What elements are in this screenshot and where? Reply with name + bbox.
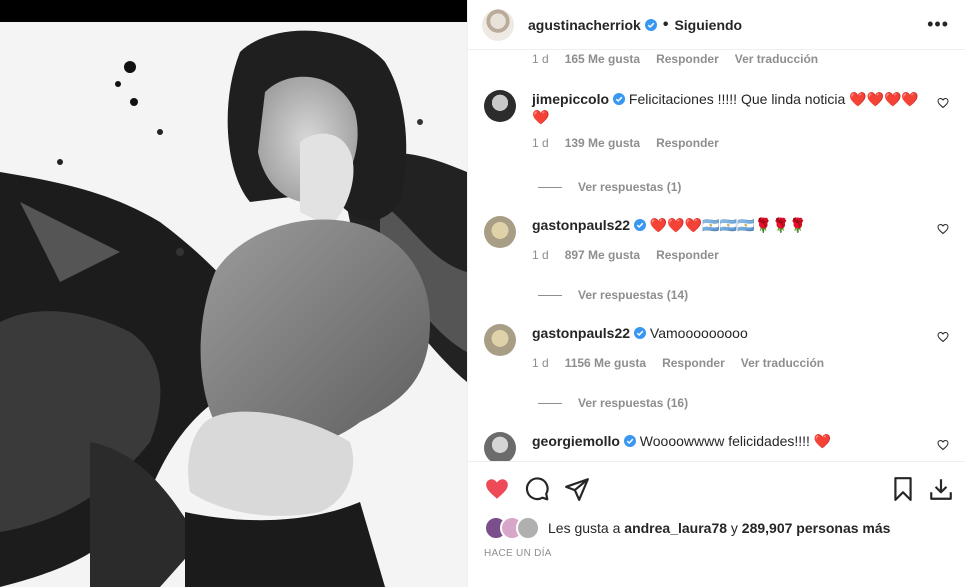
save-bookmark-icon[interactable] [890, 476, 916, 502]
comment-likes[interactable]: 1156 Me gusta [565, 356, 646, 370]
view-replies-label: Ver respuestas (14) [578, 288, 689, 302]
commenter-avatar[interactable] [484, 90, 516, 122]
comment-time: 1 d [532, 136, 549, 150]
author-avatar[interactable] [482, 8, 514, 41]
comment-time: 1 d [532, 248, 549, 262]
view-replies-label: Ver respuestas (1) [578, 180, 682, 194]
replies-line [538, 186, 562, 188]
verified-badge-icon [644, 18, 657, 31]
likes-count[interactable]: 289,907 personas más [742, 520, 891, 536]
view-replies-label: Ver respuestas (16) [578, 396, 689, 410]
download-icon[interactable] [928, 476, 954, 502]
comment-text: Woooowwww felicidades!!!! ❤️ [639, 433, 832, 449]
view-replies-button[interactable]: Ver respuestas (1) [538, 180, 681, 194]
like-comment-icon[interactable] [937, 331, 949, 343]
likes-joiner: y [730, 520, 738, 536]
liker-avatar[interactable] [516, 516, 540, 540]
likes-text: Les gusta a andrea_laura78 y 289,907 per… [548, 520, 890, 536]
following-button[interactable]: Siguiendo [674, 17, 742, 33]
comment-likes[interactable]: 165 Me gusta [565, 52, 640, 66]
commenter-username[interactable]: georgiemollo [532, 433, 620, 449]
comments-list: 1 d 165 Me gusta Responder Ver traducció… [468, 50, 965, 461]
reply-button[interactable]: Responder [656, 136, 719, 150]
comment-time: 1 d [532, 356, 549, 370]
post-modal: agustinacherriok • Siguiendo ••• 1 d 165… [0, 0, 965, 587]
comment-item: georgiemollo Woooowwww felicidades!!!! ❤… [484, 432, 949, 461]
commenter-username[interactable]: gastonpauls22 [532, 325, 630, 341]
post-photo[interactable] [0, 22, 467, 587]
like-comment-icon[interactable] [937, 97, 949, 109]
media-top-bar [0, 0, 467, 22]
comment-item: gastonpauls22 Vamooooooooo 1 d 1156 Me g… [484, 324, 949, 370]
verified-badge-icon [634, 327, 647, 339]
comment-text: ❤️❤️❤️🇦🇷🇦🇷🇦🇷🌹🌹🌹 [649, 217, 807, 233]
comment-body: gastonpauls22 Vamooooooooo [532, 324, 949, 342]
more-options-icon[interactable]: ••• [927, 14, 949, 35]
like-heart-icon[interactable] [484, 476, 510, 502]
replies-line [538, 402, 562, 404]
like-comment-icon[interactable] [937, 223, 949, 235]
reply-button[interactable]: Responder [656, 248, 719, 262]
verified-badge-icon [613, 93, 626, 105]
comment-time: 1 d [532, 52, 549, 66]
post-media [0, 0, 467, 587]
comment-meta: 1 d 139 Me gusta Responder [532, 136, 949, 150]
action-bar [468, 461, 965, 501]
comment-body: jimepiccolo Felicitaciones !!!!! Que lin… [532, 90, 949, 126]
verified-badge-icon [634, 219, 647, 231]
header-separator: • [662, 15, 669, 33]
commenter-avatar[interactable] [484, 432, 516, 461]
translate-button[interactable]: Ver traducción [735, 52, 818, 66]
likes-prefix: Les gusta a [548, 520, 621, 536]
share-icon[interactable] [564, 476, 590, 502]
comment-body: georgiemollo Woooowwww felicidades!!!! ❤… [532, 432, 949, 450]
commenter-username[interactable]: gastonpauls22 [532, 217, 630, 233]
commenter-avatar[interactable] [484, 216, 516, 248]
commenter-username[interactable]: jimepiccolo [532, 91, 609, 107]
comment-item: jimepiccolo Felicitaciones !!!!! Que lin… [484, 90, 949, 150]
author-username[interactable]: agustinacherriok [528, 17, 641, 33]
replies-line [538, 294, 562, 296]
comment-meta: 1 d 1156 Me gusta Responder Ver traducci… [532, 356, 949, 370]
view-replies-button[interactable]: Ver respuestas (14) [538, 288, 688, 302]
comment-text: Vamooooooooo [649, 325, 748, 341]
commenter-avatar[interactable] [484, 324, 516, 356]
likes-summary: Les gusta a andrea_laura78 y 289,907 per… [484, 516, 890, 540]
like-comment-icon[interactable] [937, 439, 949, 451]
comment-item: gastonpauls22 ❤️❤️❤️🇦🇷🇦🇷🇦🇷🌹🌹🌹 1 d 897 Me… [484, 216, 949, 262]
comment-partial: 1 d 165 Me gusta Responder Ver traducció… [484, 52, 949, 66]
view-replies-button[interactable]: Ver respuestas (16) [538, 396, 688, 410]
comment-body: gastonpauls22 ❤️❤️❤️🇦🇷🇦🇷🇦🇷🌹🌹🌹 [532, 216, 949, 234]
comment-meta: 1 d 897 Me gusta Responder [532, 248, 949, 262]
translate-button[interactable]: Ver traducción [741, 356, 824, 370]
comment-likes[interactable]: 897 Me gusta [565, 248, 640, 262]
verified-badge-icon [623, 435, 636, 447]
comment-icon[interactable] [524, 476, 550, 502]
comment-likes[interactable]: 139 Me gusta [565, 136, 640, 150]
reply-button[interactable]: Responder [662, 356, 725, 370]
post-details: agustinacherriok • Siguiendo ••• 1 d 165… [467, 0, 965, 587]
reply-button[interactable]: Responder [656, 52, 719, 66]
post-header: agustinacherriok • Siguiendo ••• [468, 0, 965, 50]
comment-meta: 1 d 165 Me gusta Responder Ver traducció… [532, 52, 949, 66]
post-timestamp[interactable]: HACE UN DÍA [484, 548, 552, 559]
likes-user[interactable]: andrea_laura78 [624, 520, 727, 536]
